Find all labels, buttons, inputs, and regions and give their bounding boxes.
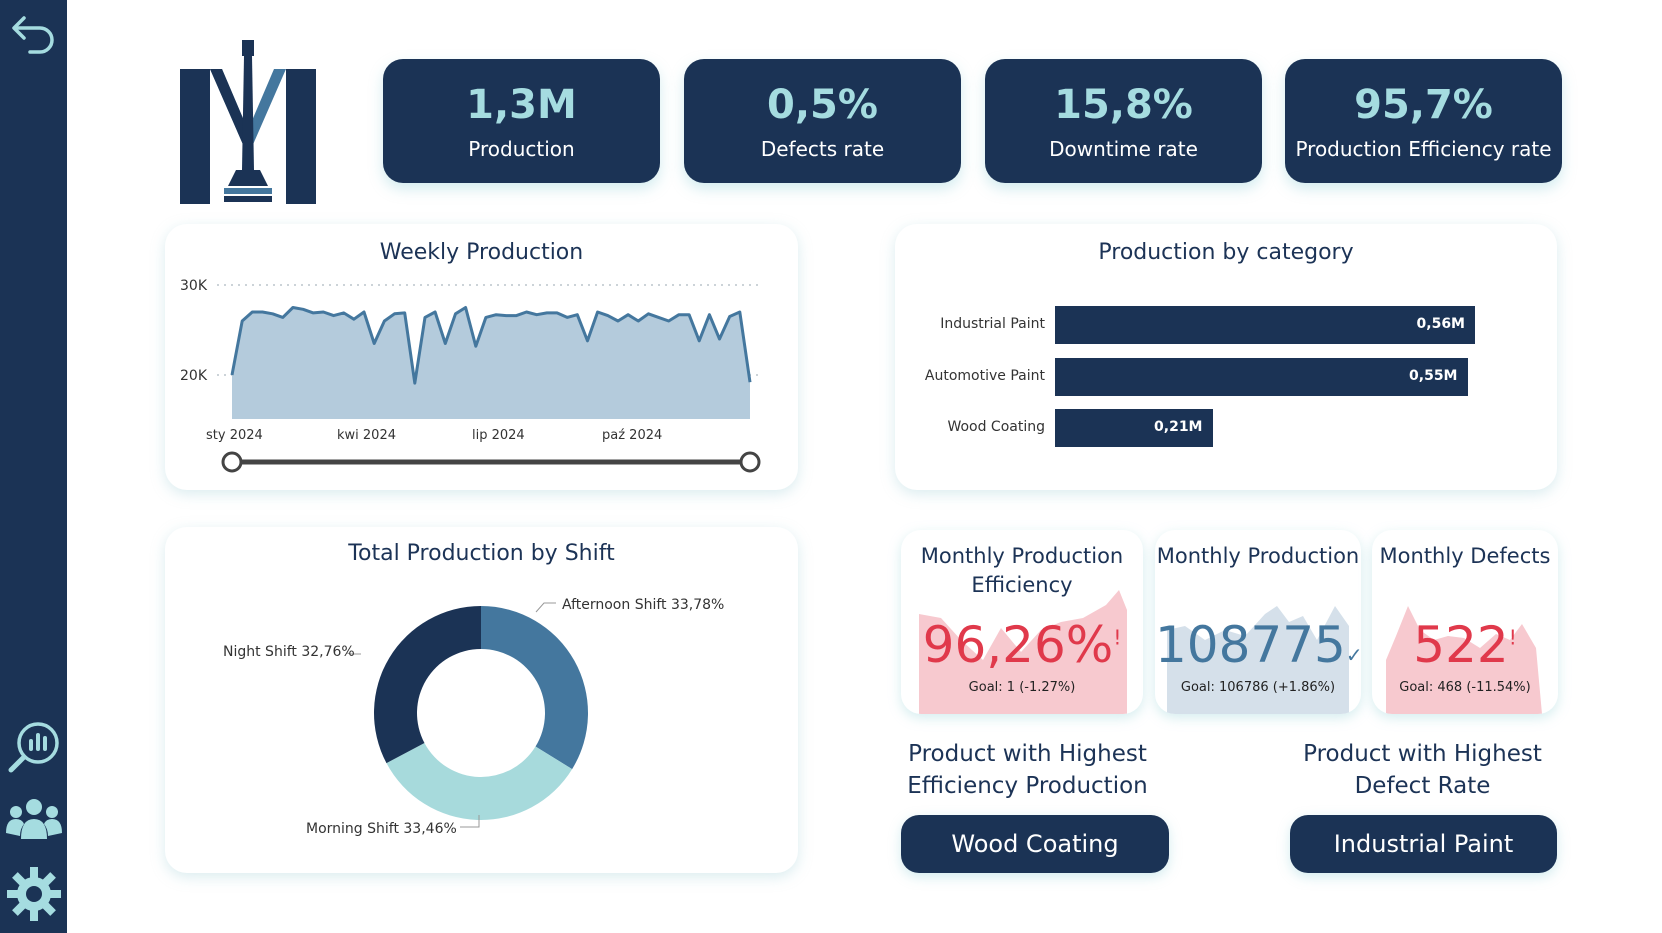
donut-slice-night[interactable] [374, 606, 481, 764]
slider-start-handle[interactable] [221, 451, 243, 473]
gear-icon[interactable] [4, 864, 64, 924]
monthly-efficiency-card: Monthly Production Efficiency 96,26%! Go… [901, 530, 1143, 714]
kpi-value: 1,3M [466, 82, 577, 128]
monthly-value-text: 108775 [1155, 616, 1346, 674]
monthly-defects-card: Monthly Defects 522! Goal: 468 (-11.54%) [1372, 530, 1558, 714]
leader-line [535, 602, 556, 613]
sidebar [0, 0, 67, 933]
category-bar[interactable]: 0,21M [1055, 409, 1213, 447]
monthly-card-value: 96,26%! [901, 620, 1143, 670]
category-label: Industrial Paint [940, 316, 1045, 332]
bar-value-label: 0,21M [1154, 419, 1203, 435]
highest-defect-product-button[interactable]: Industrial Paint [1290, 815, 1557, 873]
kpi-downtime-rate: 15,8% Downtime rate [985, 59, 1262, 183]
alert-mark-icon: ! [1508, 625, 1517, 650]
alert-mark-icon: ! [1113, 625, 1122, 650]
y-tick-label: 30K [180, 278, 208, 294]
x-tick-label: paź 2024 [602, 428, 662, 443]
bar-value-label: 0,55M [1409, 368, 1458, 384]
shift-donut-chart: Afternoon Shift 33,78% Night Shift 32,76… [223, 597, 724, 837]
slider-end-handle[interactable] [739, 451, 761, 473]
kpi-defects-rate: 0,5% Defects rate [684, 59, 961, 183]
production-by-category-title: Production by category [1098, 240, 1354, 265]
back-arrow-icon[interactable] [4, 6, 64, 66]
kpi-value: 15,8% [1054, 82, 1193, 128]
highest-efficiency-title: Product with Highest Efficiency Producti… [907, 741, 1148, 800]
monthly-production-card: Monthly Production 108775✓ Goal: 106786 … [1155, 530, 1361, 714]
category-bar[interactable]: 0,56M [1055, 306, 1475, 344]
slice-label: Night Shift 32,76% [223, 644, 355, 660]
monthly-card-goal: Goal: 1 (-1.27%) [968, 680, 1076, 695]
monthly-card-title: Monthly Defects [1379, 544, 1551, 568]
monthly-value-text: 522 [1413, 616, 1509, 674]
monthly-value-text: 96,26% [922, 616, 1114, 674]
monthly-card-value: 522! [1372, 620, 1558, 670]
kpi-label: Downtime rate [1049, 137, 1198, 161]
production-by-category-card: Production by category Industrial Paint … [895, 224, 1557, 490]
x-tick-label: kwi 2024 [337, 428, 396, 443]
kpi-production: 1,3M Production [383, 59, 660, 183]
kpi-value: 95,7% [1354, 82, 1493, 128]
kpi-label: Production Efficiency rate [1295, 137, 1552, 161]
kpi-label: Production [468, 137, 575, 161]
slice-label: Afternoon Shift 33,78% [562, 597, 724, 613]
kpi-label: Defects rate [760, 137, 885, 161]
category-bar[interactable]: 0,55M [1055, 358, 1468, 396]
bar-value-label: 0,56M [1416, 316, 1465, 332]
x-tick-label: lip 2024 [472, 428, 525, 443]
slice-label: Morning Shift 33,46% [306, 821, 457, 837]
monthly-card-value: 108775✓ [1155, 620, 1361, 670]
analytics-search-icon[interactable] [4, 716, 64, 776]
company-logo [178, 38, 318, 204]
highest-defect-title: Product with Highest Defect Rate [1303, 741, 1542, 800]
kpi-value: 0,5% [767, 82, 878, 128]
check-mark-icon: ✓ [1345, 643, 1361, 667]
monthly-card-title: Monthly Production [1156, 544, 1360, 568]
users-icon[interactable] [4, 790, 64, 850]
highest-efficiency-product-button[interactable]: Wood Coating [901, 815, 1169, 873]
donut-slice-afternoon[interactable] [481, 606, 588, 770]
production-by-shift-card: Total Production by Shift Afternoon Shif… [165, 527, 798, 873]
category-label: Automotive Paint [924, 368, 1045, 384]
monthly-card-goal: Goal: 468 (-11.54%) [1399, 680, 1531, 695]
monthly-card-title: Monthly Production Efficiency [920, 544, 1124, 598]
weekly-area [232, 307, 750, 419]
category-label: Wood Coating [947, 419, 1045, 435]
monthly-card-goal: Goal: 106786 (+1.86%) [1180, 680, 1336, 695]
x-tick-label: sty 2024 [206, 428, 263, 443]
y-tick-label: 20K [180, 368, 208, 384]
weekly-production-chart: 30K 20K sty 2024 kwi 2024 lip 2024 paź 2… [180, 278, 763, 473]
donut-slice-morning[interactable] [386, 742, 573, 820]
kpi-efficiency-rate: 95,7% Production Efficiency rate [1285, 59, 1562, 183]
weekly-production-card: Weekly Production 30K 20K sty 2024 kwi 2… [165, 224, 798, 490]
